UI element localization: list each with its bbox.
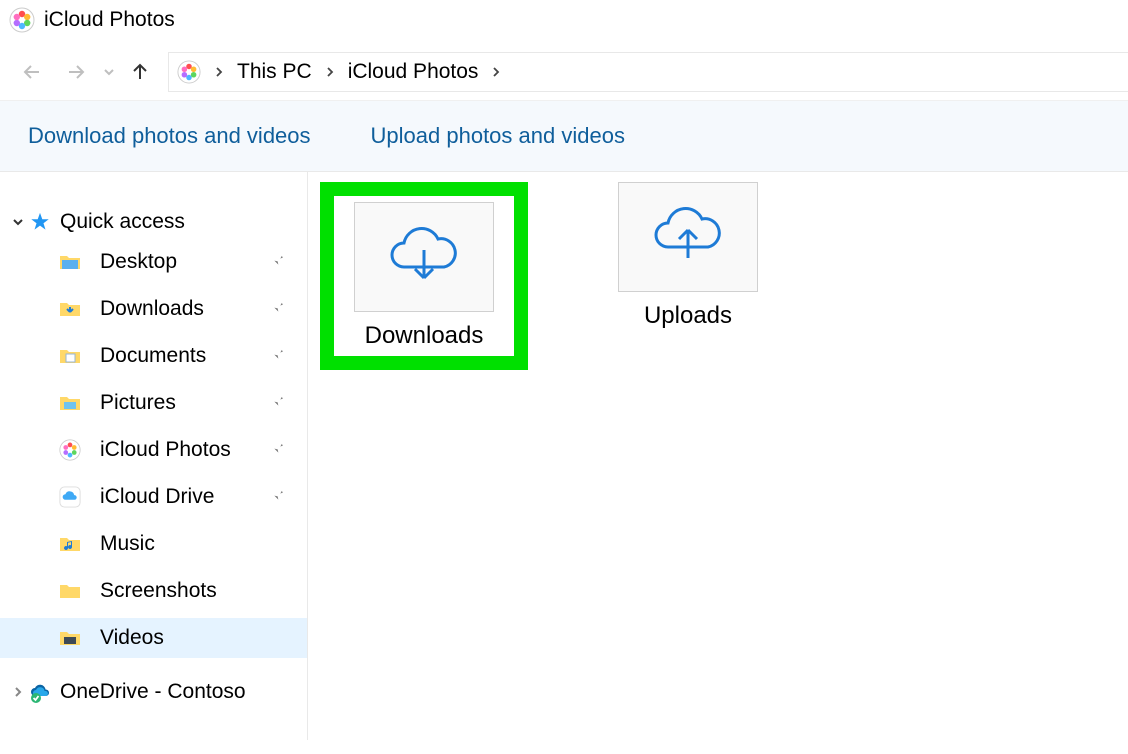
quick-access-label: Quick access [60, 210, 185, 234]
onedrive-node[interactable]: OneDrive - Contoso [0, 672, 307, 712]
file-list-pane[interactable]: Downloads Uploads [308, 172, 1128, 740]
sidebar-item-label: iCloud Drive [100, 485, 214, 509]
nav-up-button[interactable] [122, 52, 158, 92]
chevron-down-icon[interactable] [8, 215, 28, 229]
quick-access-star-icon [28, 210, 52, 234]
sidebar-item-screenshots[interactable]: Screenshots [0, 571, 307, 611]
folder-icon [58, 391, 82, 415]
quick-access-node[interactable]: Quick access [0, 202, 307, 242]
icloud-photos-icon [8, 6, 36, 34]
navigation-pane: Quick access Desktop Downloads [0, 172, 308, 740]
folder-icon [58, 532, 82, 556]
folder-label: Downloads [365, 322, 484, 356]
pin-icon [269, 438, 285, 462]
sidebar-item-desktop[interactable]: Desktop [0, 242, 307, 282]
sidebar-item-downloads[interactable]: Downloads [0, 289, 307, 329]
sidebar-item-videos[interactable]: Videos [0, 618, 307, 658]
folder-icon [58, 297, 82, 321]
sidebar-item-label: Music [100, 532, 155, 556]
folder-uploads[interactable]: Uploads [618, 182, 758, 330]
cloud-download-icon [354, 202, 494, 312]
sidebar-item-label: Downloads [100, 297, 204, 321]
chevron-right-icon[interactable] [8, 685, 28, 699]
folder-icon [58, 250, 82, 274]
pin-icon [269, 297, 285, 321]
sidebar-item-label: Videos [100, 626, 164, 650]
sidebar-item-documents[interactable]: Documents [0, 336, 307, 376]
icloud-photos-icon [58, 438, 82, 462]
folder-icon [58, 626, 82, 650]
breadcrumb-this-pc[interactable]: This PC [235, 60, 314, 84]
download-action[interactable]: Download photos and videos [28, 123, 311, 149]
icloud-drive-icon [58, 485, 82, 509]
explorer-body: Quick access Desktop Downloads [0, 172, 1128, 740]
sidebar-item-icloud-photos[interactable]: iCloud Photos [0, 430, 307, 470]
chevron-right-icon[interactable] [211, 66, 227, 78]
address-bar[interactable]: This PC iCloud Photos [168, 52, 1128, 92]
icloud-photos-icon [175, 58, 203, 86]
navigation-bar: This PC iCloud Photos [0, 44, 1128, 101]
nav-forward-button[interactable] [56, 52, 96, 92]
chevron-right-icon[interactable] [488, 66, 504, 78]
sidebar-item-label: iCloud Photos [100, 438, 231, 462]
pin-icon [269, 250, 285, 274]
folder-icon [58, 579, 82, 603]
pin-icon [269, 391, 285, 415]
command-bar: Download photos and videos Upload photos… [0, 101, 1128, 172]
sidebar-item-icloud-drive[interactable]: iCloud Drive [0, 477, 307, 517]
sidebar-item-label: Screenshots [100, 579, 217, 603]
pin-icon [269, 485, 285, 509]
sidebar-item-pictures[interactable]: Pictures [0, 383, 307, 423]
sidebar-item-music[interactable]: Music [0, 524, 307, 564]
sidebar-item-label: Pictures [100, 391, 176, 415]
sidebar-item-label: Desktop [100, 250, 177, 274]
folder-icon [58, 344, 82, 368]
cloud-upload-icon [618, 182, 758, 292]
chevron-right-icon[interactable] [322, 66, 338, 78]
pin-icon [269, 344, 285, 368]
breadcrumb-icloud-photos[interactable]: iCloud Photos [346, 60, 481, 84]
sidebar-item-label: Documents [100, 344, 206, 368]
folder-downloads[interactable]: Downloads [320, 182, 528, 370]
folder-label: Uploads [644, 302, 732, 330]
nav-back-button[interactable] [12, 52, 52, 92]
title-bar: iCloud Photos [0, 0, 1128, 44]
nav-history-dropdown[interactable] [100, 66, 118, 78]
window-title: iCloud Photos [44, 8, 175, 32]
upload-action[interactable]: Upload photos and videos [371, 123, 625, 149]
onedrive-icon [28, 680, 52, 704]
onedrive-label: OneDrive - Contoso [60, 680, 246, 704]
